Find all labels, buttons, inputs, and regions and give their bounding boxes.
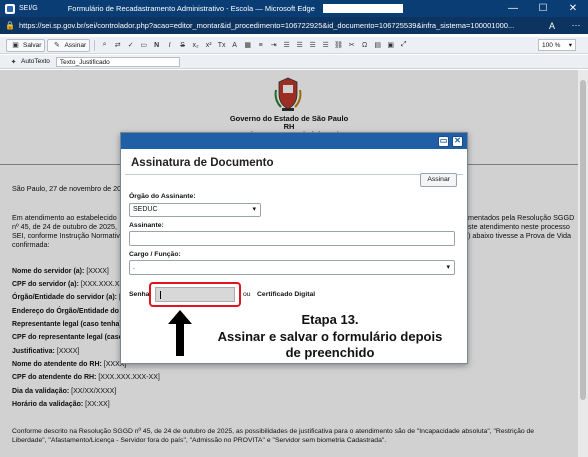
assinante-label: Assinante: — [129, 222, 164, 229]
vertical-scrollbar[interactable] — [578, 70, 588, 457]
sign-icon: ✎ — [54, 42, 60, 49]
modal-title: Assinatura de Documento — [131, 157, 274, 169]
modal-titlebar: ▭ ✕ — [121, 133, 467, 149]
annotation-line-3: de preenchido — [285, 345, 375, 360]
redacted-box — [322, 4, 403, 13]
unlink-icon[interactable]: ✂ — [346, 40, 357, 51]
save-button[interactable]: ▣ Salvar — [6, 38, 46, 52]
orgao-label: Órgão do Assinante: — [129, 193, 196, 200]
scrollbar-thumb[interactable] — [580, 80, 586, 400]
lock-icon[interactable]: 🔒 — [5, 21, 15, 30]
toolbar-separator — [94, 39, 96, 51]
ou-text: ou — [243, 291, 251, 298]
modal-maximize-icon[interactable]: ▭ — [438, 135, 449, 147]
table-icon[interactable]: ▦ — [242, 40, 253, 51]
editor-toolbar-secondary: ✦ AutoTexto Texto_Justificado — [0, 55, 588, 69]
cargo-label: Cargo / Função: — [129, 251, 181, 258]
autotext-button[interactable]: ✦ AutoTexto — [8, 56, 50, 67]
chevron-down-icon: ▾ — [252, 206, 256, 213]
window-controls: — ☐ ✕ — [498, 0, 588, 17]
save-icon: ▣ — [12, 42, 19, 49]
assinante-input[interactable] — [129, 231, 455, 246]
cargo-value: . — [133, 264, 135, 271]
strike-icon[interactable]: S — [177, 40, 188, 51]
chevron-down-icon: ▾ — [446, 264, 450, 271]
annotation-line-1: Etapa 13. — [301, 312, 359, 327]
maximize-button[interactable]: ☐ — [528, 0, 558, 17]
assinar-button[interactable]: Assinar — [420, 173, 457, 187]
cargo-select[interactable]: . ▾ — [129, 260, 455, 275]
orgao-select[interactable]: SEDUC ▾ — [129, 203, 261, 217]
align-left-icon[interactable]: ☰ — [281, 40, 292, 51]
superscript-icon[interactable]: x² — [203, 40, 214, 51]
read-aloud-icon[interactable]: A — [540, 21, 564, 31]
image-icon[interactable]: ▭ — [138, 40, 149, 51]
preview-icon[interactable]: ▣ — [385, 40, 396, 51]
replace-icon[interactable]: ⇄ — [112, 40, 123, 51]
highlight-box — [149, 282, 241, 307]
maximize-editor-icon[interactable]: ⤢ — [398, 40, 409, 51]
autotext-label: AutoTexto — [21, 58, 50, 65]
indent-icon[interactable]: ⇥ — [268, 40, 279, 51]
find-icon[interactable]: ⌕ — [99, 40, 110, 51]
app-name: SEI/G — [19, 5, 38, 12]
link-icon[interactable]: ⛓ — [333, 40, 344, 51]
format-icon[interactable]: Tx — [216, 40, 227, 51]
symbol-icon[interactable]: Ω — [359, 40, 370, 51]
save-label: Salvar — [23, 41, 42, 49]
spellcheck-icon[interactable]: ✓ — [125, 40, 136, 51]
modal-divider — [125, 174, 463, 175]
align-right-icon[interactable]: ☰ — [307, 40, 318, 51]
certificado-digital-link[interactable]: Certificado Digital — [257, 291, 315, 298]
source-icon[interactable]: ▤ — [372, 40, 383, 51]
chevron-down-icon: ▾ — [568, 42, 572, 49]
sign-button[interactable]: ✎ Assinar — [47, 38, 91, 52]
zoom-value: 100 % — [542, 41, 561, 49]
justify-icon[interactable]: ☰ — [320, 40, 331, 51]
subscript-icon[interactable]: x₂ — [190, 40, 201, 51]
window-title: Formulário de Recadastramento Administra… — [67, 4, 315, 13]
close-button[interactable]: ✕ — [558, 0, 588, 17]
list-icon[interactable]: ≡ — [255, 40, 266, 51]
style-select[interactable]: Texto_Justificado — [55, 56, 180, 67]
modal-close-icon[interactable]: ✕ — [452, 135, 463, 147]
editor-toolbar: ▣ Salvar ✎ Assinar ⌕ ⇄ ✓ ▭ N I S x₂ x² Tx … — [0, 37, 588, 54]
address-bar: 🔒 https://sei.sp.gov.br/sei/controlador.… — [0, 17, 588, 34]
orgao-value: SEDUC — [133, 206, 158, 213]
minimize-button[interactable]: — — [498, 0, 528, 17]
autotext-icon: ✦ — [10, 58, 17, 66]
zoom-select[interactable]: 100 % ▾ — [538, 39, 576, 51]
window-titlebar: SEI/G Formulário de Recadastramento Admi… — [0, 0, 588, 17]
more-options-icon[interactable]: ⋯ — [564, 20, 588, 31]
bold-icon[interactable]: N — [151, 40, 162, 51]
annotation-line-2: Assinar e salvar o formulário depois — [217, 328, 443, 344]
italic-icon[interactable]: I — [164, 40, 175, 51]
sei-app-icon — [5, 3, 15, 14]
align-center-icon[interactable]: ☰ — [294, 40, 305, 51]
step-annotation: Etapa 13. Assinar e salvar o formulário … — [190, 312, 470, 362]
url-field[interactable]: https://sei.sp.gov.br/sei/controlador.ph… — [19, 21, 540, 30]
text-color-icon[interactable]: A — [229, 40, 240, 51]
sign-label: Assinar — [64, 41, 87, 49]
